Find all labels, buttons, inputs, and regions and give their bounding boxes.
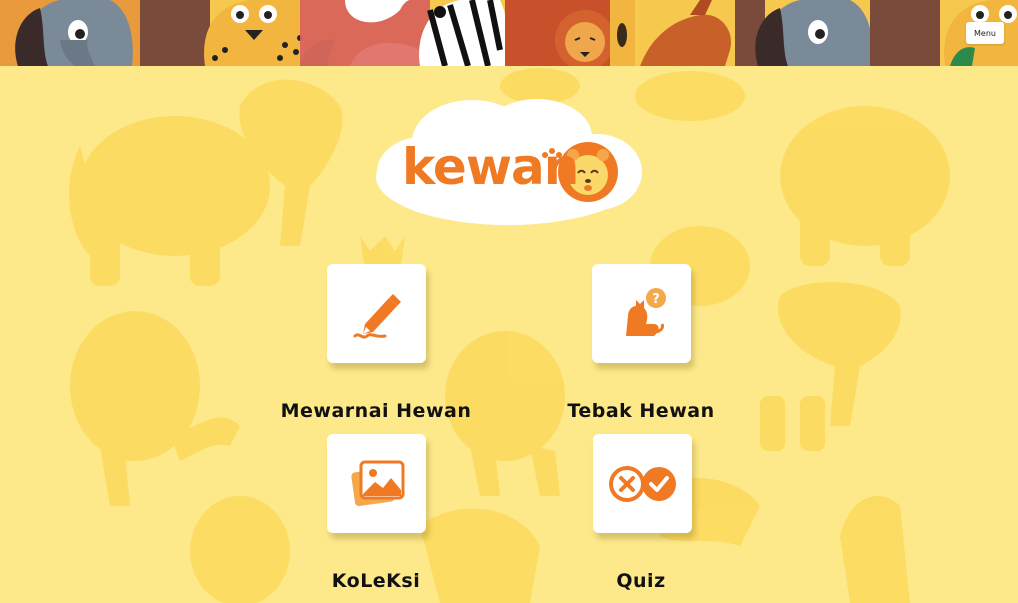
tebak-hewan-card[interactable]: ?: [592, 264, 691, 363]
logo-text: kewan: [402, 138, 579, 196]
quiz-card[interactable]: [593, 434, 692, 533]
quiz-label[interactable]: Quiz: [531, 570, 751, 592]
svg-text:?: ?: [652, 292, 660, 307]
header-banner: Menu: [0, 0, 1018, 66]
tebak-hewan-label[interactable]: Tebak Hewan: [531, 400, 751, 422]
animal-banner-illustration: [0, 0, 1018, 66]
koleksi-label[interactable]: KoLeKsi: [266, 570, 486, 592]
mewarnai-hewan-label[interactable]: Mewarnai Hewan: [266, 400, 486, 422]
quiz-icon: [608, 465, 676, 502]
pencil-icon: [353, 293, 401, 339]
gallery-icon: [350, 460, 404, 506]
mewarnai-hewan-card[interactable]: [327, 264, 426, 363]
koleksi-card[interactable]: [327, 434, 426, 533]
cat-question-icon: ?: [625, 287, 666, 336]
menu-button[interactable]: Menu: [966, 22, 1004, 44]
